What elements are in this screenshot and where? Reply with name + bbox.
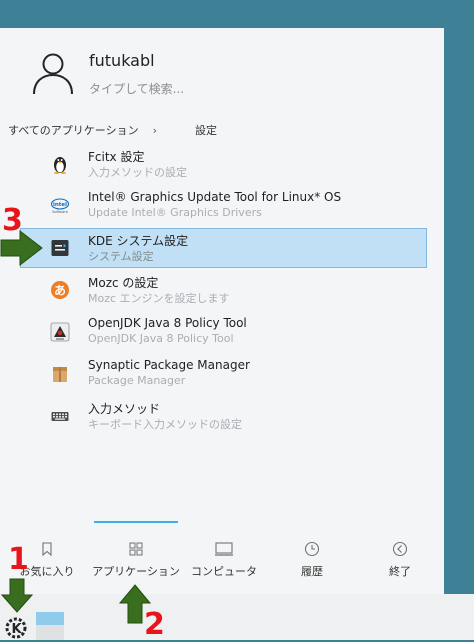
virtual-desktop-pager-lower[interactable] <box>36 625 64 640</box>
grid-icon <box>129 542 143 556</box>
search-input[interactable] <box>89 82 389 96</box>
app-item-input-method[interactable]: 入力メソッド キーボード入力メソッドの設定 <box>20 396 427 436</box>
app-item-kde-system-settings[interactable]: KDE システム設定 システム設定 <box>20 228 427 268</box>
app-title: OpenJDK Java 8 Policy Tool <box>88 316 247 330</box>
app-title: KDE システム設定 <box>88 234 189 248</box>
app-item-synaptic-package-manager[interactable]: Synaptic Package Manager Package Manager <box>20 354 427 394</box>
kde-gear-icon: K <box>5 617 27 639</box>
launcher-tab-bar: お気に入り アプリケーション コンピュータ 履歴 終了 <box>0 538 444 588</box>
annotation-number-1: 1 <box>8 542 29 577</box>
app-item-fcitx-settings[interactable]: Fcitx 設定 入力メソッドの設定 <box>20 144 427 184</box>
tab-history[interactable]: 履歴 <box>262 538 362 579</box>
tab-label: 履歴 <box>301 565 323 578</box>
breadcrumb: すべてのアプリケーション › 設定 <box>8 122 217 138</box>
active-tab-indicator <box>94 521 178 523</box>
app-subtitle: Update Intel® Graphics Drivers <box>88 206 262 219</box>
app-title: Intel® Graphics Update Tool for Linux* O… <box>88 190 342 204</box>
tab-label: コンピュータ <box>191 565 257 578</box>
tab-computer[interactable]: コンピュータ <box>174 538 274 579</box>
annotation-arrow-down-icon <box>0 578 34 613</box>
tab-leave[interactable]: 終了 <box>350 538 450 579</box>
keyboard-icon <box>51 412 69 421</box>
tab-label: アプリケーション <box>92 565 180 578</box>
intel-icon: intel Software <box>50 198 70 214</box>
app-title: Mozc の設定 <box>88 276 159 290</box>
kde-settings-icon <box>51 240 69 256</box>
svg-text:K: K <box>11 622 22 637</box>
breadcrumb-separator: › <box>152 123 157 137</box>
annotation-arrow-right-icon <box>0 229 43 267</box>
breadcrumb-all-applications[interactable]: すべてのアプリケーション <box>8 122 139 138</box>
kde-launcher-button[interactable]: K <box>4 616 28 640</box>
app-item-openjdk-policy-tool[interactable]: OpenJDK Java 8 Policy Tool OpenJDK Java … <box>20 312 427 352</box>
app-subtitle: 入力メソッドの設定 <box>88 166 187 179</box>
package-icon <box>53 367 67 382</box>
app-item-intel-graphics-update-tool[interactable]: intel Software Intel® Graphics Update To… <box>20 186 427 226</box>
app-title: Synaptic Package Manager <box>88 358 250 372</box>
taskbar: K <box>0 594 474 640</box>
penguin-icon <box>54 157 66 174</box>
app-subtitle: Mozc エンジンを設定します <box>88 292 230 305</box>
monitor-icon <box>215 542 233 556</box>
virtual-desktop-pager[interactable] <box>36 612 64 625</box>
clock-icon <box>304 541 320 557</box>
java-icon <box>50 322 70 342</box>
app-subtitle: Package Manager <box>88 374 186 387</box>
user-avatar-icon[interactable] <box>30 50 76 96</box>
svg-text:あ: あ <box>54 284 66 298</box>
breadcrumb-settings[interactable]: 設定 <box>195 122 217 138</box>
app-title: Fcitx 設定 <box>88 150 145 164</box>
mozc-icon: あ <box>51 281 69 299</box>
app-subtitle: キーボード入力メソッドの設定 <box>88 418 242 431</box>
svg-text:intel: intel <box>53 202 67 208</box>
annotation-arrow-up-icon <box>118 584 152 624</box>
bookmark-icon <box>42 542 52 557</box>
app-subtitle: OpenJDK Java 8 Policy Tool <box>88 332 234 345</box>
svg-text:Software: Software <box>52 210 69 214</box>
tab-label: 終了 <box>389 565 411 578</box>
user-name: futukabl <box>89 51 155 70</box>
app-item-mozc-settings[interactable]: あ Mozc の設定 Mozc エンジンを設定します <box>20 270 427 310</box>
left-arrow-circle-icon <box>392 541 408 557</box>
application-launcher-menu: futukabl すべてのアプリケーション › 設定 Fcitx 設定 入力メソ… <box>0 28 444 594</box>
app-title: 入力メソッド <box>88 402 161 416</box>
app-subtitle: システム設定 <box>88 250 154 263</box>
tab-applications[interactable]: アプリケーション <box>86 538 186 579</box>
